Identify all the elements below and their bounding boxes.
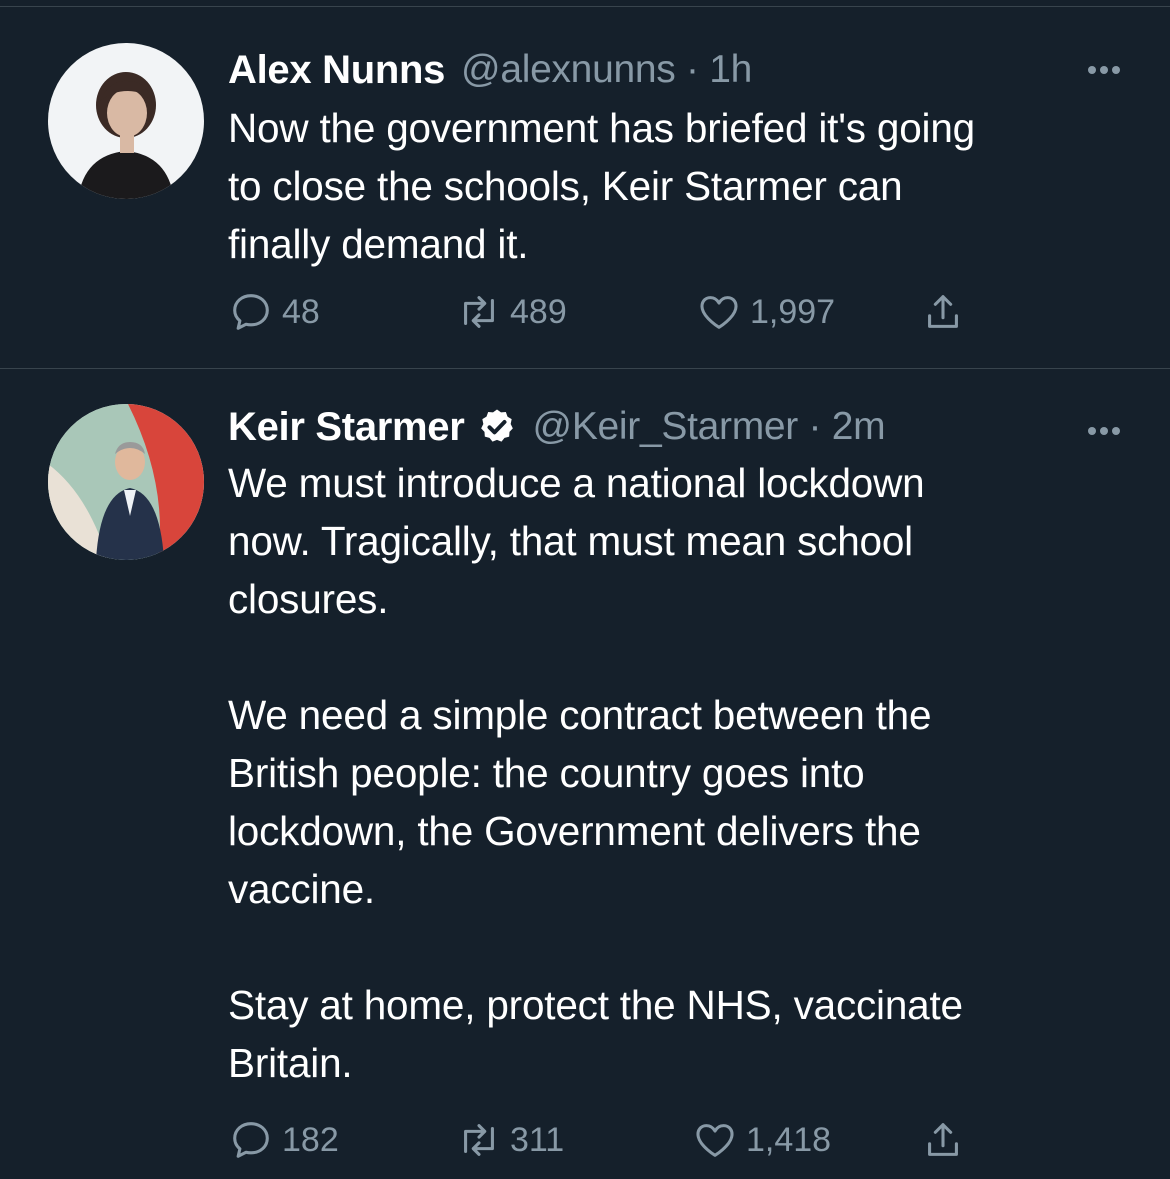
tweet-alex-nunns[interactable]: Alex Nunns @alexnunns · 1h Now the gover… xyxy=(0,7,1170,369)
reply-button[interactable]: 182 xyxy=(228,1117,456,1163)
like-count: 1,418 xyxy=(746,1120,832,1159)
author-name[interactable]: Alex Nunns xyxy=(228,48,445,93)
tweet-keir-starmer[interactable]: Keir Starmer @Keir_Starmer · 2m We must … xyxy=(0,370,1170,1179)
dot-icon xyxy=(1088,66,1096,74)
dot-icon xyxy=(1088,427,1096,435)
retweet-button[interactable]: 311 xyxy=(456,1117,692,1163)
tweet-header: Keir Starmer @Keir_Starmer · 2m xyxy=(228,402,1110,452)
author-name[interactable]: Keir Starmer xyxy=(228,405,465,450)
tweet-actions: 48 489 1,997 xyxy=(228,287,966,337)
share-button[interactable] xyxy=(920,289,966,335)
author-handle-time[interactable]: @Keir_Starmer · 2m xyxy=(533,405,886,449)
author-handle-time[interactable]: @alexnunns · 1h xyxy=(461,48,752,92)
heart-icon xyxy=(700,296,738,329)
tweet-actions: 182 311 1,418 xyxy=(228,1115,966,1165)
verified-icon xyxy=(480,409,513,442)
reply-count: 182 xyxy=(282,1120,339,1159)
top-divider xyxy=(0,0,1170,7)
tweet-text: We must introduce a national lockdown no… xyxy=(228,460,963,1086)
heart-icon xyxy=(696,1124,734,1157)
avatar[interactable] xyxy=(48,404,204,560)
reply-icon xyxy=(233,1122,269,1158)
dot-icon xyxy=(1112,66,1120,74)
retweet-icon xyxy=(464,296,494,328)
like-count: 1,997 xyxy=(750,292,836,331)
like-button[interactable]: 1,418 xyxy=(692,1117,920,1163)
reply-button[interactable]: 48 xyxy=(228,289,456,335)
share-icon xyxy=(928,295,958,328)
share-icon xyxy=(928,1123,958,1156)
share-button[interactable] xyxy=(920,1117,966,1163)
retweet-icon xyxy=(464,1124,494,1156)
dot-icon xyxy=(1100,66,1108,74)
like-button[interactable]: 1,997 xyxy=(696,289,920,335)
retweet-button[interactable]: 489 xyxy=(456,289,696,335)
tweet-text: Now the government has briefed it's goin… xyxy=(228,105,975,267)
retweet-count: 311 xyxy=(510,1120,565,1159)
reply-count: 48 xyxy=(282,292,320,331)
more-options-button[interactable] xyxy=(1084,422,1120,440)
dot-icon xyxy=(1112,427,1120,435)
dot-icon xyxy=(1100,427,1108,435)
avatar[interactable] xyxy=(48,43,204,199)
reply-icon xyxy=(233,294,269,330)
retweet-count: 489 xyxy=(510,292,567,331)
tweet-header: Alex Nunns @alexnunns · 1h xyxy=(228,45,1110,95)
more-options-button[interactable] xyxy=(1084,61,1120,79)
